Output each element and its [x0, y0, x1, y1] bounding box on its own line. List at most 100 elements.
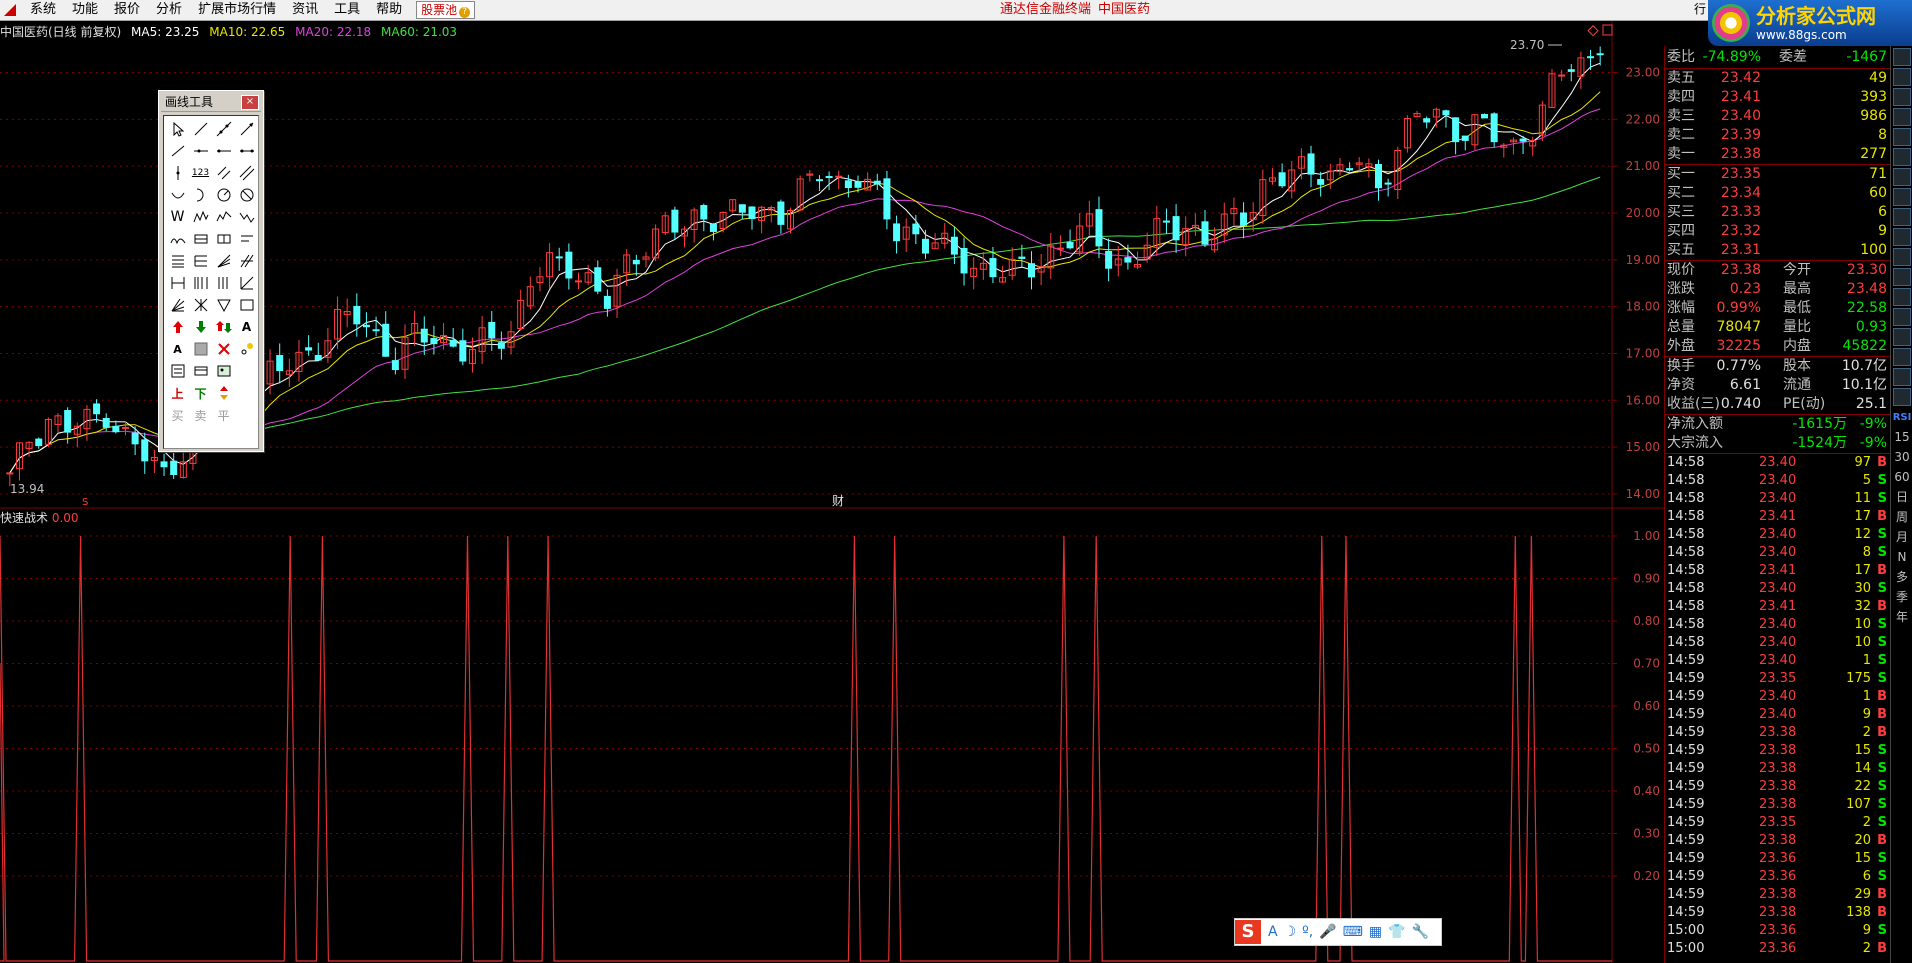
- down-mark-tool[interactable]: 下: [189, 382, 212, 404]
- shirt-icon[interactable]: 👕: [1388, 924, 1405, 940]
- forbidden-circle-tool-icon[interactable]: [235, 184, 258, 206]
- red-green-arrow-tool-icon[interactable]: [212, 316, 235, 338]
- fibonacci-tool-icon[interactable]: [166, 250, 189, 272]
- buy-level-row[interactable]: 买四 23.32 9: [1665, 222, 1891, 241]
- tick-row[interactable]: 14:58 23.40 12 S: [1665, 526, 1891, 544]
- buy-level-row[interactable]: 买二 23.34 60: [1665, 184, 1891, 203]
- tick-row[interactable]: 15:00 23.36 9 S: [1665, 922, 1891, 940]
- vertical-line-tool-icon[interactable]: [166, 162, 189, 184]
- speed-lines-tool-icon[interactable]: [235, 250, 258, 272]
- text-box-tool-icon[interactable]: [235, 228, 258, 250]
- ime-toolbar[interactable]: S A ☽ º, 🎤 ⌨ ▦ 👕 🔧: [1234, 918, 1442, 946]
- list-tool-icon[interactable]: [166, 360, 189, 382]
- triangle-tool-icon[interactable]: [212, 294, 235, 316]
- wave-down-tool-icon[interactable]: [235, 206, 258, 228]
- ray-tool-icon[interactable]: [235, 118, 258, 140]
- tick-row[interactable]: 14:59 23.38 14 S: [1665, 760, 1891, 778]
- microphone-icon[interactable]: 🎤: [1319, 924, 1336, 940]
- drawing-toolbox[interactable]: 画线工具 × 123 W A A 上 下 买 卖 平: [158, 90, 264, 452]
- time-ruler-tool-icon[interactable]: [166, 272, 189, 294]
- period-quarter[interactable]: 季: [1892, 588, 1912, 607]
- line-segment-tool-icon[interactable]: [189, 118, 212, 140]
- percentage-lines-tool-icon[interactable]: [189, 250, 212, 272]
- sell-level-row[interactable]: 卖五 23.42 49: [1665, 69, 1891, 88]
- toolbox-close-button[interactable]: ×: [241, 95, 259, 110]
- wave-tool[interactable]: W: [166, 206, 189, 228]
- period-year[interactable]: 年: [1892, 608, 1912, 627]
- half-circle-tool-icon[interactable]: [189, 184, 212, 206]
- table-icon[interactable]: [1893, 108, 1911, 126]
- rectangle-tool-icon[interactable]: [235, 294, 258, 316]
- buy-tool[interactable]: 买: [166, 404, 189, 426]
- menu-item-info[interactable]: 资讯: [284, 0, 326, 20]
- grid-menu-icon[interactable]: ▦: [1369, 924, 1382, 940]
- tick-row[interactable]: 14:59 23.38 15 S: [1665, 742, 1891, 760]
- menu-item-help[interactable]: 帮助: [368, 0, 410, 20]
- period-multi[interactable]: 多: [1892, 568, 1912, 587]
- wrench-icon[interactable]: 🔧: [1412, 924, 1429, 940]
- straight-line-tool-icon[interactable]: [212, 118, 235, 140]
- circle-tool-icon[interactable]: [212, 184, 235, 206]
- delete-tool-icon[interactable]: [212, 338, 235, 360]
- up-down-arrows-tool-icon[interactable]: [212, 382, 235, 404]
- chart-icon[interactable]: [1893, 188, 1911, 206]
- ime-mode[interactable]: A: [1268, 924, 1278, 940]
- period-60[interactable]: 60: [1892, 468, 1912, 487]
- grid-icon[interactable]: [1893, 88, 1911, 106]
- scroll-down-icon[interactable]: [1893, 68, 1911, 86]
- hide-lines-tool-icon[interactable]: [235, 338, 258, 360]
- parallel-line-tool-icon[interactable]: [212, 162, 235, 184]
- text-tool[interactable]: A: [235, 316, 258, 338]
- list-icon[interactable]: [1893, 168, 1911, 186]
- tick-row[interactable]: 14:58 23.41 32 B: [1665, 598, 1891, 616]
- minute-chart-icon[interactable]: [1893, 368, 1911, 386]
- trend-line-tool-icon[interactable]: [166, 140, 189, 162]
- tick-row[interactable]: 14:59 23.38 22 S: [1665, 778, 1891, 796]
- sell-tool[interactable]: 卖: [189, 404, 212, 426]
- tick-row[interactable]: 14:58 23.41 17 B: [1665, 562, 1891, 580]
- tick-row[interactable]: 14:58 23.40 10 S: [1665, 634, 1891, 652]
- tick-row[interactable]: 14:58 23.40 11 S: [1665, 490, 1891, 508]
- image-tool-icon[interactable]: [212, 360, 235, 382]
- period-30[interactable]: 30: [1892, 448, 1912, 467]
- sort-icon[interactable]: [1893, 248, 1911, 266]
- gray-box-tool-icon[interactable]: [189, 338, 212, 360]
- zigzag-tool-icon[interactable]: [189, 206, 212, 228]
- stock-pool-button[interactable]: 股票池?: [416, 1, 476, 19]
- flat-tool[interactable]: 平: [212, 404, 235, 426]
- gann-tool-icon[interactable]: [189, 228, 212, 250]
- pen-icon[interactable]: [1893, 328, 1911, 346]
- corner-box-icon[interactable]: [1602, 24, 1613, 36]
- period-day[interactable]: 日: [1892, 488, 1912, 507]
- tick-row[interactable]: 14:59 23.36 15 S: [1665, 850, 1891, 868]
- up-mark-tool[interactable]: 上: [166, 382, 189, 404]
- buy-level-row[interactable]: 买三 23.33 6: [1665, 203, 1891, 222]
- channel-tool-icon[interactable]: [235, 162, 258, 184]
- fs-icon[interactable]: [1893, 348, 1911, 366]
- layout-icon[interactable]: [1893, 288, 1911, 306]
- tick-row[interactable]: 14:58 23.40 97 B: [1665, 454, 1891, 472]
- fibonacci-time-tool-icon[interactable]: [189, 272, 212, 294]
- punctuation-icon[interactable]: º,: [1302, 924, 1313, 940]
- down-arrow-tool-icon[interactable]: [189, 316, 212, 338]
- window-tool-icon[interactable]: [189, 360, 212, 382]
- f10-icon[interactable]: [1893, 268, 1911, 286]
- tick-row[interactable]: 14:59 23.36 6 S: [1665, 868, 1891, 886]
- period-n[interactable]: N: [1892, 548, 1912, 567]
- fund-icon[interactable]: [1893, 148, 1911, 166]
- tick-row[interactable]: 15:00 23.36 2 B: [1665, 940, 1891, 958]
- box-tool-icon[interactable]: [212, 228, 235, 250]
- tick-row[interactable]: 14:59 23.38 20 B: [1665, 832, 1891, 850]
- cycle-tool-icon[interactable]: [166, 228, 189, 250]
- tick-row[interactable]: 14:59 23.40 9 B: [1665, 706, 1891, 724]
- corner-diamond-icon[interactable]: [1587, 25, 1599, 37]
- tick-row[interactable]: 14:59 23.38 107 S: [1665, 796, 1891, 814]
- tick-row[interactable]: 14:59 23.35 2 S: [1665, 814, 1891, 832]
- tick-row[interactable]: 14:58 23.40 10 S: [1665, 616, 1891, 634]
- tick-row[interactable]: 14:59 23.40 1 B: [1665, 688, 1891, 706]
- menu-item-function[interactable]: 功能: [64, 0, 106, 20]
- price-label-tool[interactable]: 123: [189, 162, 212, 184]
- period-15[interactable]: 15: [1892, 428, 1912, 447]
- tick-row[interactable]: 14:59 23.38 138 B: [1665, 904, 1891, 922]
- wave-up-tool-icon[interactable]: [212, 206, 235, 228]
